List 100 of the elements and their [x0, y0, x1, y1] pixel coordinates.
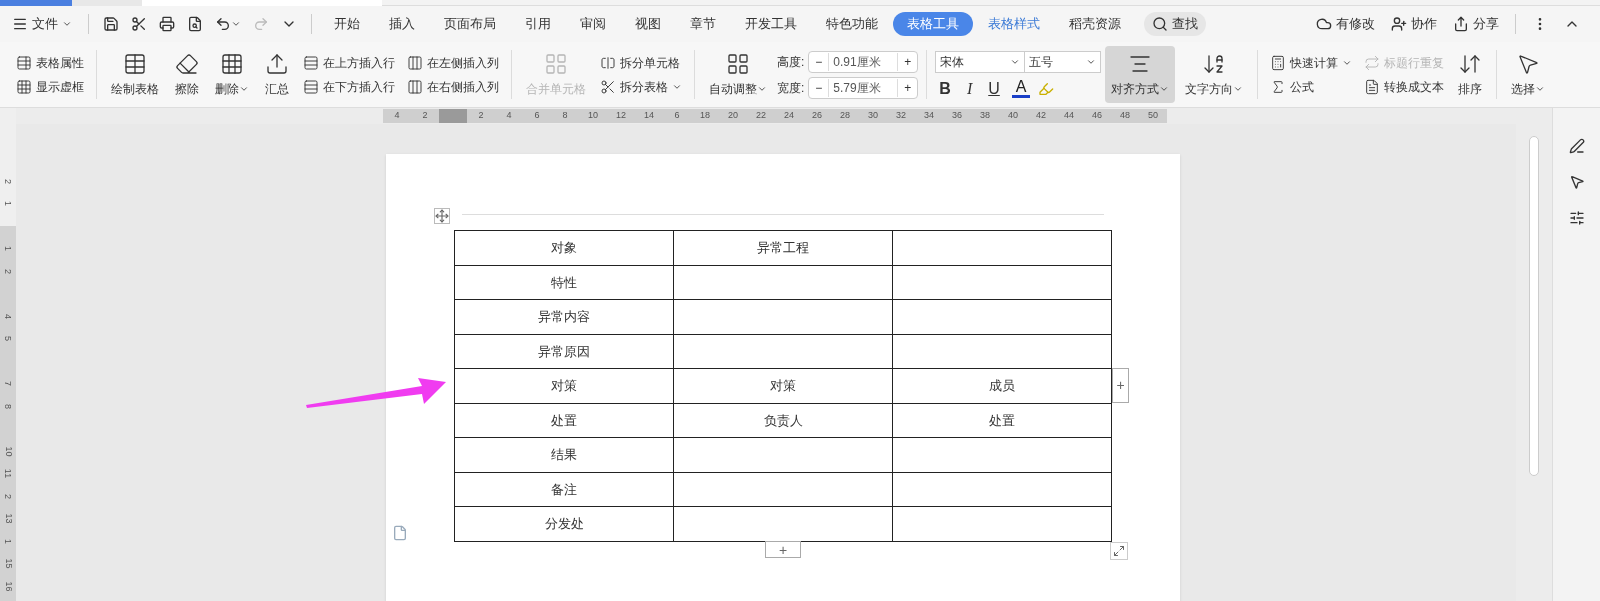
ruler-number: 42 — [1036, 109, 1046, 123]
ruler-number: 6 — [674, 109, 680, 123]
ribbon-button[interactable]: 拆分单元格 — [596, 53, 686, 72]
minus-button[interactable]: − — [809, 78, 830, 97]
ribbon-button[interactable]: 对齐方式 — [1105, 46, 1176, 103]
ruler-number: 16 — [3, 581, 13, 591]
ribbon-button[interactable]: 显示虚框 — [12, 77, 88, 96]
settings-icon[interactable] — [1568, 210, 1585, 226]
pen-icon[interactable] — [1568, 138, 1585, 154]
ribbon-button[interactable]: 汇总 — [259, 46, 295, 103]
ribbon-button[interactable]: 转换成文本 — [1360, 77, 1449, 96]
resize-icon[interactable] — [1110, 542, 1128, 560]
ribbon-tab[interactable]: 表格工具 — [893, 12, 973, 36]
table-cell: 对象 — [454, 230, 674, 265]
ribbon-tab[interactable]: 审阅 — [566, 12, 620, 36]
ribbon-tab[interactable]: 开发工具 — [731, 12, 811, 36]
ribbon-button[interactable]: 擦除 — [169, 46, 205, 103]
ribbon-tab[interactable]: 引用 — [511, 12, 565, 36]
toolbar-action[interactable]: 分享 — [1453, 14, 1499, 34]
table-cell: 异常原因 — [454, 334, 674, 369]
file-menu[interactable]: 文件 — [12, 14, 80, 34]
bold-button[interactable]: B — [935, 80, 955, 97]
size-select[interactable]: 五号 — [1025, 51, 1102, 73]
ribbon-button[interactable]: 在上方插入行 — [299, 53, 399, 72]
number-field[interactable]: − 5.79厘米 + — [808, 76, 919, 99]
toolbar-action[interactable]: 协作 — [1391, 14, 1437, 34]
ribbon-tab[interactable]: 章节 — [676, 12, 730, 36]
undo-icon[interactable] — [215, 16, 231, 32]
italic-button[interactable]: I — [962, 80, 977, 97]
underline-button[interactable]: U — [984, 80, 1004, 97]
ribbon-button[interactable]: 文字方向 — [1179, 46, 1250, 103]
toolbar-action[interactable]: 有修改 — [1316, 14, 1375, 34]
ribbon-button[interactable]: 绘制表格 — [105, 46, 165, 103]
ribbon-tab[interactable]: 稻壳资源 — [1055, 12, 1135, 36]
ribbon-button[interactable]: 在下方插入行 — [299, 77, 399, 96]
ribbon-button[interactable]: 自动调整 — [703, 46, 773, 103]
search-button[interactable]: 查找 — [1144, 12, 1206, 36]
ruler-marker[interactable] — [439, 109, 467, 123]
ribbon-button[interactable]: 在右侧插入列 — [403, 77, 503, 96]
ruler-number: 44 — [1064, 109, 1074, 123]
ruler-number: 11 — [3, 468, 13, 479]
ribbon-tab[interactable]: 页面布局 — [430, 12, 510, 36]
table-cell: 异常内容 — [454, 299, 674, 334]
field-value: 0.91厘米 — [832, 53, 882, 71]
ruler-number: 4 — [3, 313, 13, 319]
share-icon — [1453, 16, 1469, 32]
cursor-icon[interactable] — [1568, 174, 1585, 190]
ribbon-button[interactable]: 公式 — [1266, 77, 1357, 96]
table-cell: 特性 — [454, 265, 674, 300]
table-cell: 备注 — [454, 472, 674, 507]
caret-icon — [1086, 57, 1097, 67]
number-field[interactable]: − 0.91厘米 + — [808, 50, 919, 73]
split-icon — [600, 54, 616, 71]
minus-button[interactable]: − — [809, 52, 830, 71]
caret-icon — [231, 19, 241, 29]
ruler-number: 6 — [534, 109, 540, 123]
ribbon-tab[interactable]: 视图 — [621, 12, 675, 36]
add-user-icon — [1391, 16, 1407, 32]
printer-icon[interactable] — [159, 16, 175, 32]
add-column-button[interactable]: + — [1112, 368, 1129, 403]
repeat-icon — [1364, 54, 1381, 71]
ribbon-tab[interactable]: 插入 — [375, 12, 429, 36]
ribbon-button[interactable]: 在左侧插入列 — [403, 53, 503, 72]
preview-icon[interactable] — [187, 16, 203, 32]
columns-icon — [407, 54, 423, 71]
ribbon-tab[interactable]: 特色功能 — [812, 12, 892, 36]
scissors-icon[interactable] — [131, 16, 147, 32]
field-label: 高度: — [777, 53, 805, 71]
ruler-number: 32 — [896, 109, 906, 123]
ribbon-button[interactable]: 快速计算 — [1266, 53, 1357, 72]
ribbon-button[interactable]: 拆分表格 — [596, 77, 686, 96]
ruler-number: 38 — [980, 109, 990, 123]
ribbon-button[interactable]: 排序 — [1452, 46, 1489, 103]
scissors-icon — [600, 78, 616, 95]
ribbon-button[interactable]: 选择 — [1505, 46, 1552, 103]
scrollbar[interactable] — [1529, 136, 1539, 476]
plus-button[interactable]: + — [897, 52, 918, 71]
columns-icon — [407, 78, 423, 95]
plus-button[interactable]: + — [897, 78, 918, 97]
ribbon-button[interactable]: 表格属性 — [12, 53, 88, 72]
font-color-button[interactable]: A — [1011, 79, 1031, 98]
ruler-number: 8 — [562, 109, 568, 123]
table-cell: 对策 — [673, 368, 893, 403]
font-select[interactable]: 宋体 — [935, 51, 1026, 73]
save-icon[interactable] — [103, 16, 119, 32]
ribbon-tab[interactable]: 表格样式 — [974, 12, 1054, 36]
ruler-number: 10 — [3, 446, 13, 456]
add-row-button[interactable]: + — [765, 541, 801, 558]
ruler-number: 13 — [3, 513, 13, 524]
move-handle-icon[interactable] — [434, 208, 450, 224]
ruler-number: 2 — [478, 109, 484, 123]
ribbon-tab[interactable]: 开始 — [320, 12, 374, 36]
ribbon-button[interactable]: 删除 — [209, 46, 255, 103]
caret-icon — [62, 19, 72, 29]
ruler-number: 4 — [506, 109, 512, 123]
table-cell: 对策 — [454, 368, 674, 403]
grid-icon — [726, 51, 750, 76]
cloud-icon — [1316, 16, 1332, 32]
table-cell: 处置 — [892, 403, 1112, 438]
ruler-number: 14 — [644, 109, 654, 123]
